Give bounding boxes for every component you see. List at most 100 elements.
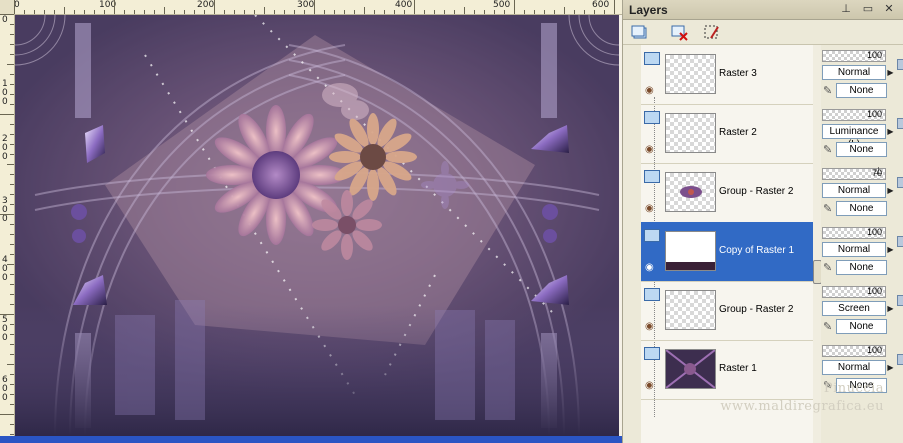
ruler-top-label: 200 (197, 0, 215, 10)
chevron-right-icon[interactable]: ▶ (886, 66, 895, 79)
ruler-tick (84, 10, 85, 14)
chevron-right-icon[interactable]: ▶ (886, 125, 895, 138)
ruler-tick (10, 324, 14, 325)
edit-selection-button[interactable] (701, 22, 723, 44)
lock-icon[interactable] (897, 59, 903, 70)
layer-row-group-raster-2[interactable]: ◉ Group - Raster 2 (641, 163, 813, 223)
new-layer-button[interactable] (629, 22, 651, 44)
layer-row-group-raster-2-screen[interactable]: ◉ Group - Raster 2 (641, 281, 813, 341)
pin-icon[interactable]: ⊥ (839, 2, 853, 16)
blend-mode-select[interactable]: Normal (822, 183, 886, 198)
mask-select[interactable]: None (836, 260, 887, 275)
raster-layer-icon (644, 170, 660, 183)
ruler-tick (254, 10, 255, 14)
paintbrush-icon[interactable]: ✎ (823, 261, 832, 274)
blend-mode-select[interactable]: Luminance (L) (822, 124, 886, 150)
mask-select[interactable]: None (836, 319, 887, 334)
lock-icon[interactable] (897, 295, 903, 306)
ruler-tick (334, 10, 335, 14)
ruler-tick (10, 354, 14, 355)
mask-select[interactable]: None (836, 142, 887, 157)
ruler-tick (10, 404, 14, 405)
opacity-slider[interactable]: 100 (822, 345, 886, 357)
ruler-tick (314, 0, 315, 14)
blend-mode-select[interactable]: Normal (822, 360, 886, 375)
blend-mode-select[interactable]: Normal (822, 65, 886, 80)
watermark-author: Pinuccia (823, 381, 884, 396)
ruler-top-label: 500 (493, 0, 511, 10)
delete-layer-button[interactable] (669, 22, 691, 44)
eye-icon[interactable]: ◉ (645, 203, 654, 214)
ruler-tick (374, 10, 375, 14)
eye-icon[interactable]: ◉ (645, 380, 654, 391)
canvas-area[interactable]: 0 100 200 300 400 500 600 0 1 0 0 2 0 0 … (0, 0, 622, 443)
lock-icon[interactable] (897, 177, 903, 188)
layer-thumbnail (665, 349, 716, 389)
opacity-value: 100 (866, 109, 882, 119)
ruler-tick (10, 284, 14, 285)
opacity-slider[interactable]: 100 (822, 109, 886, 121)
chevron-right-icon[interactable]: ▶ (886, 243, 895, 256)
ruler-tick (10, 434, 14, 435)
ruler-tick (244, 10, 245, 14)
ruler-tick (224, 10, 225, 14)
ruler-tick (174, 10, 175, 14)
eye-icon[interactable]: ◉ (645, 144, 654, 155)
layers-panel: Layers ⊥ ▭ ✕ ◉ Raster 3 ◉ Raster 2 ◉ Gro… (622, 0, 903, 443)
opacity-slider[interactable]: 100 (822, 50, 886, 62)
opacity-value: 100 (866, 286, 882, 296)
ruler-left-label: 1 0 0 (2, 79, 8, 107)
new-layer-icon (631, 25, 647, 39)
layer-name: Raster 1 (719, 363, 757, 374)
blend-mode-select[interactable]: Normal (822, 242, 886, 257)
ruler-tick (524, 10, 525, 14)
restore-icon[interactable]: ▭ (861, 2, 875, 16)
ruler-tick (404, 10, 405, 14)
chevron-right-icon[interactable]: ▶ (886, 302, 895, 315)
eye-icon[interactable]: ◉ (645, 85, 654, 96)
eye-icon[interactable]: ◉ (645, 262, 654, 273)
panel-titlebar[interactable]: Layers ⊥ ▭ ✕ (623, 0, 903, 20)
layer-name: Group - Raster 2 (719, 186, 794, 197)
lock-icon[interactable] (897, 118, 903, 129)
paintbrush-icon[interactable]: ✎ (823, 84, 832, 97)
chevron-right-icon[interactable]: ▶ (886, 361, 895, 374)
blend-mode-select[interactable]: Screen (822, 301, 886, 316)
lock-icon[interactable] (897, 354, 903, 365)
ruler-tick (7, 164, 14, 165)
paintbrush-icon[interactable]: ✎ (823, 320, 832, 333)
opacity-slider[interactable]: 100 (822, 227, 886, 239)
canvas-image[interactable] (15, 15, 619, 436)
paintbrush-icon[interactable]: ✎ (823, 202, 832, 215)
ruler-tick (124, 10, 125, 14)
layer-row-raster-2[interactable]: ◉ Raster 2 (641, 104, 813, 164)
ruler-tick (24, 10, 25, 14)
eye-icon[interactable]: ◉ (645, 321, 654, 332)
mask-select[interactable]: None (836, 201, 887, 216)
ruler-tick (10, 104, 14, 105)
ruler-tick (584, 10, 585, 14)
ruler-tick (10, 304, 14, 305)
ruler-tick (10, 44, 14, 45)
opacity-value: 70 (871, 168, 882, 178)
mask-select[interactable]: None (836, 83, 887, 98)
ruler-tick (74, 10, 75, 14)
ruler-tick (264, 7, 265, 14)
ruler-tick (444, 10, 445, 14)
layer-row-raster-3[interactable]: ◉ Raster 3 (641, 45, 813, 105)
ruler-tick (10, 254, 14, 255)
layer-thumbnail (665, 113, 716, 153)
image-thumbnail-icon (665, 349, 716, 389)
layer-row-copy-of-raster-1[interactable]: ◉ Copy of Raster 1 (641, 222, 813, 282)
ruler-tick (604, 10, 605, 14)
chevron-right-icon[interactable]: ▶ (886, 184, 895, 197)
ruler-tick (324, 10, 325, 14)
opacity-slider[interactable]: 100 (822, 286, 886, 298)
opacity-slider[interactable]: ⊥ 70 (822, 166, 886, 180)
ruler-top-label: 600 (592, 0, 610, 10)
paintbrush-icon[interactable]: ✎ (823, 143, 832, 156)
lock-icon[interactable] (897, 236, 903, 247)
ruler-tick (10, 54, 14, 55)
close-icon[interactable]: ✕ (882, 2, 896, 16)
ruler-tick (384, 10, 385, 14)
